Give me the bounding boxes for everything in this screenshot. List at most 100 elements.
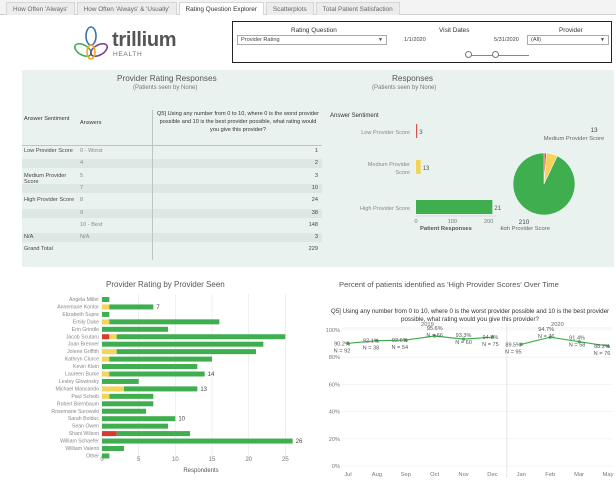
dashboard-tabs: How Often 'Always' How Often 'Always' & …: [0, 0, 616, 15]
row-value: 3: [314, 172, 318, 179]
provider-bar-segment: [116, 431, 190, 437]
provider-bar-label: 10: [178, 417, 185, 423]
provider-bar-segment: [102, 416, 176, 422]
pie-slice-label: High Provider Score: [500, 226, 550, 230]
high-score-percent-over-time: Percent of patients identified as 'High …: [312, 270, 614, 480]
line-x-tick: Feb: [545, 472, 555, 478]
provider-x-tick: 10: [172, 457, 179, 463]
responses-bar-label: 13: [423, 166, 430, 172]
logo-wordmark: trillium: [112, 29, 177, 51]
provider-bar-segment: [102, 446, 124, 451]
series-data-label: 92.6%: [392, 338, 408, 344]
pie-data-label: 13: [590, 127, 598, 134]
row-answer: 10 - Best: [80, 221, 103, 228]
series-data-label: 89.5%: [505, 342, 521, 348]
row-answer: 0 - Worst: [80, 148, 103, 154]
tab-rating-question-explorer[interactable]: Rating Question Explorer: [178, 2, 264, 15]
provider-name-label: Jacob Scutaru: [66, 334, 99, 340]
provider-dropdown[interactable]: (All) ▼: [527, 35, 609, 45]
provider-name-label: Michael Mancarido: [55, 386, 99, 392]
line-x-tick: May: [603, 472, 614, 478]
table-row: Grand Total 229: [22, 245, 322, 254]
provider-name-label: William Valenti: [65, 446, 99, 452]
chevron-down-icon: ▼: [378, 37, 383, 43]
provider-bar-segment: [109, 393, 154, 399]
date-slider-end-handle[interactable]: [492, 51, 499, 58]
line-x-tick: Oct: [430, 472, 439, 478]
provider-x-tick: 25: [282, 457, 289, 463]
table-row: 10 - Best 148: [22, 221, 322, 230]
row-sentiment: Low Provider Score: [24, 148, 73, 154]
series-n-label: N = 54: [391, 345, 408, 351]
provider-name-label: Emily Duke: [73, 319, 99, 325]
provider-bar-segment: [102, 431, 117, 437]
responses-x-tick: 200: [484, 219, 493, 225]
responses-x-tick: 0: [414, 219, 417, 225]
provider-name-label: Sarah Bolduc: [68, 416, 100, 422]
line-x-tick: Dec: [487, 472, 497, 478]
series-data-label: 88.2%: [594, 344, 610, 350]
responses-bars: Low Provider Score 3 Medium Provider Score 1…: [360, 124, 501, 225]
provider-value: (All): [531, 37, 541, 43]
date-slider-start-handle[interactable]: [465, 51, 472, 58]
responses-category-label: Medium Provider: [368, 162, 410, 168]
provider-rating-by-provider: Provider Rating by Provider Seen 0 5 10 15 2…: [22, 270, 312, 480]
row-sentiment: High Provider Score: [24, 197, 75, 204]
line-x-tick: Jan: [517, 472, 526, 478]
row-answer: 7: [80, 184, 84, 191]
provider-bar-segment: [102, 319, 110, 325]
row-value: 10: [311, 184, 318, 191]
provider-name-label: Other: [86, 453, 99, 459]
tab-scatterplots[interactable]: Scatterplots: [265, 2, 314, 15]
responses-bar: [416, 160, 421, 174]
rating-question-dropdown[interactable]: Provider Rating ▼: [237, 35, 387, 45]
series-n-label: N = 95: [505, 349, 522, 355]
provider-chart-title: Provider Rating by Provider Seen: [106, 280, 225, 289]
responses-title: Responses: [392, 74, 433, 83]
filter-panel: Rating Question Provider Rating ▼ Visit …: [232, 21, 612, 63]
provider-bar-segment: [102, 349, 117, 355]
series-data-label: 90.2%: [334, 341, 350, 347]
responses-bar-label: 3: [419, 130, 423, 136]
series-data-label: 92.1%: [363, 339, 379, 345]
tab-how-often-always[interactable]: How Often 'Always': [6, 2, 75, 15]
provider-bar-segment: [102, 408, 146, 414]
end-date[interactable]: 5/31/2020: [494, 37, 519, 43]
provider-name-label: Joan Brenner: [68, 342, 99, 348]
chevron-down-icon: ▼: [600, 37, 605, 43]
row-sentiment: N/A: [24, 234, 34, 241]
responses-xlabel: Patient Responses: [420, 226, 472, 232]
pct-chart-question: Q5] Using any number from 0 to 10, where…: [330, 308, 610, 323]
start-date[interactable]: 1/1/2020: [404, 37, 426, 43]
provider-x-axis-title: Respondents: [183, 468, 218, 474]
visit-dates-label: Visit Dates: [439, 27, 470, 34]
row-value: 1: [314, 148, 318, 154]
provider-name-label: Jolene Griffith: [67, 349, 99, 355]
pie-data-label: 210: [519, 219, 530, 226]
provider-bar-segment: [102, 304, 110, 310]
provider-name-label: Elizabeth Supre: [62, 312, 99, 318]
tab-total-patient-satisfaction[interactable]: Total Patient Satisfaction: [315, 2, 400, 15]
series-n-label: N = 60: [455, 340, 472, 346]
provider-bar-segment: [102, 341, 264, 347]
table-row: 9 38: [22, 208, 322, 218]
tab-how-often-always-usually[interactable]: How Often 'Always' & 'Usually': [76, 2, 177, 15]
provider-name-label: Kathryn Clurce: [65, 357, 99, 363]
series-data-label: 94.7%: [538, 327, 554, 333]
provider-x-tick: 20: [245, 457, 252, 463]
high-score-line-chart: Percent of patients identified as 'High …: [326, 280, 614, 478]
responses-bar-chart: Answer Sentiment Low Provider Score 3 Medi…: [330, 113, 501, 232]
pie-slice: [512, 152, 576, 216]
row-value: 24: [311, 197, 318, 204]
line-x-tick: Aug: [372, 472, 382, 478]
date-range-slider[interactable]: [469, 55, 529, 56]
provider-name-label: Laureen Burke: [65, 372, 99, 378]
responses-pie-chart: 13 Medium Provider Score 210High Provider …: [500, 127, 604, 230]
row-sentiment: Grand Total: [24, 246, 53, 253]
provider-name-label: Robert Biernbaum: [57, 401, 99, 407]
column-header-sentiment: Answer Sentiment: [24, 116, 70, 122]
row-answer: 5: [80, 172, 84, 179]
trillium-flower-logo-icon: [74, 26, 108, 60]
pct-chart-title: Percent of patients identified as 'High …: [339, 280, 559, 289]
provider-bar-segment: [102, 378, 139, 384]
